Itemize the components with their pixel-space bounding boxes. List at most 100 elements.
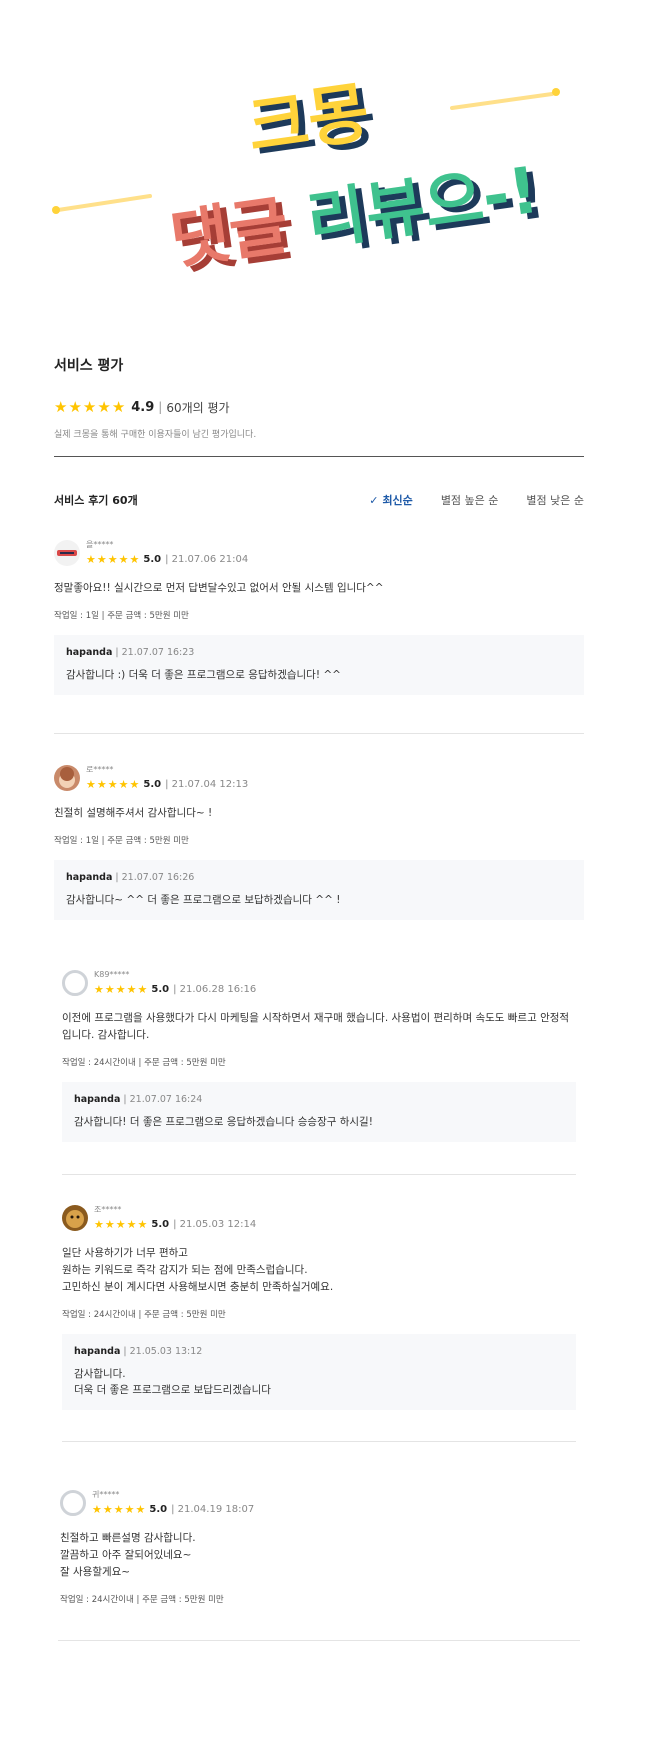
review-date: | 21.05.03 12:14	[173, 1218, 257, 1230]
reviews-header: 서비스 후기 60개 ✓ 최신순 별점 높은 순 별점 낮은 순	[54, 490, 584, 510]
service-rating-title: 서비스 평가	[54, 358, 124, 374]
reply-date: | 21.07.07 16:24	[123, 1094, 203, 1105]
star-icon: ★	[102, 1502, 113, 1516]
review-date-value: 21.07.04 12:13	[171, 778, 249, 790]
star-icon: ★	[129, 552, 140, 566]
review-user: K89*****	[94, 970, 130, 979]
review-text-line: 고민하신 분이 계시다면 사용해보시면 충분히 만족하실거예요.	[62, 1281, 334, 1293]
reply-text-line: 더욱 더 좋은 프로그램으로 보답드리겠습니다	[74, 1384, 271, 1396]
sort-rating-low[interactable]: 별점 낮은 순	[526, 492, 584, 508]
review-text-line: 일단 사용하기가 너무 편하고	[62, 1247, 188, 1259]
star-icon: ★	[118, 777, 129, 791]
review-date: | 21.04.19 18:07	[171, 1503, 255, 1515]
sort-options: ✓ 최신순 별점 높은 순 별점 낮은 순	[369, 492, 584, 508]
star-icon: ★	[113, 1502, 124, 1516]
rating-separator: |	[158, 400, 163, 414]
star-icon: ★	[111, 397, 126, 416]
reply-author: hapanda	[66, 647, 113, 658]
review-date-value: 21.04.19 18:07	[177, 1503, 255, 1515]
rating-divider	[54, 456, 584, 457]
star-icon: ★	[82, 397, 97, 416]
avatar-logo-icon	[57, 550, 77, 556]
review-divider	[54, 733, 584, 734]
review-divider	[62, 1441, 576, 1442]
review-text-line: 잘 사용할게요~	[60, 1566, 131, 1578]
review-item: 로***** ★ ★ ★ ★ ★ 5.0 | 21.07.04 12:13 친절히 설명…	[54, 765, 584, 920]
star-icon: ★	[94, 1217, 104, 1231]
banner-line2b: 리뷰으-!	[303, 154, 543, 260]
star-icon: ★	[104, 982, 115, 996]
reply-author: hapanda	[74, 1094, 121, 1105]
review-score: 5.0	[143, 553, 162, 565]
reply-author: hapanda	[66, 872, 113, 883]
review-stars: ★ ★ ★ ★ ★	[94, 984, 147, 995]
rating-stars: ★ ★ ★ ★ ★	[54, 397, 126, 416]
review-item: 을***** ★ ★ ★ ★ ★ 5.0 | 21.07.06 21:04 정말좋아요!…	[54, 540, 584, 695]
review-text: 이전에 프로그램을 사용했다가 다시 마케팅을 시작하면서 재구매 했습니다. …	[62, 1012, 570, 1041]
service-rating-section: 서비스 평가 ★ ★ ★ ★ ★ 4.9 | 60개의 평가 실제 크몽을 통해 구매한…	[54, 355, 584, 457]
star-icon: ★	[126, 1217, 137, 1231]
star-icon: ★	[96, 552, 107, 566]
star-icon: ★	[104, 1217, 115, 1231]
review-score: 5.0	[143, 778, 162, 790]
star-icon: ★	[129, 777, 140, 791]
star-icon: ★	[118, 552, 129, 566]
review-item: 귀***** ★ ★ ★ ★ ★ 5.0 | 21.04.19 18:07 친절하고 빠…	[60, 1490, 580, 1605]
banner-artwork: 크몽 크몽 댓글 댓글 리뷰으-! 리뷰으-!	[52, 74, 560, 284]
avatar	[54, 540, 80, 566]
avatar-default-icon	[60, 1490, 86, 1516]
review-item: K89***** ★ ★ ★ ★ ★ 5.0 | 21.06.28 16:16 이전에 …	[62, 970, 576, 1142]
star-icon: ★	[107, 552, 118, 566]
review-text: 친절히 설명해주셔서 감사합니다~ !	[54, 807, 213, 819]
review-score: 5.0	[151, 983, 170, 995]
review-score: 5.0	[149, 1503, 168, 1515]
reply-date: | 21.07.07 16:23	[115, 647, 195, 658]
review-divider	[58, 1640, 580, 1641]
review-item: 조***** ★ ★ ★ ★ ★ 5.0 | 21.05.03 12:14 일단 사용하…	[62, 1205, 576, 1410]
review-stars: ★ ★ ★ ★ ★	[94, 1219, 147, 1230]
review-date-value: 21.05.03 12:14	[179, 1218, 257, 1230]
avatar-dog-icon	[66, 1210, 84, 1228]
review-date: | 21.07.06 21:04	[165, 553, 249, 565]
star-icon: ★	[54, 397, 68, 416]
rating-description: 실제 크몽을 통해 구매한 이용자들이 남긴 평가입니다.	[54, 430, 257, 440]
review-text: 정말좋아요!! 실시간으로 먼저 답변달수있고 없어서 안될 시스템 입니다^^	[54, 582, 384, 594]
star-icon: ★	[96, 777, 107, 791]
reply-author: hapanda	[74, 1346, 121, 1357]
review-info: 작업일 : 24시간이내 | 주문 금액 : 5만원 미만	[60, 1595, 224, 1605]
star-icon: ★	[92, 1502, 102, 1516]
reply-date: | 21.07.07 16:26	[115, 872, 195, 883]
review-user: 로*****	[86, 765, 114, 774]
seller-reply: hapanda | 21.07.07 16:24 감사합니다! 더 좋은 프로그…	[62, 1082, 576, 1142]
review-user: 을*****	[86, 540, 114, 549]
sort-rating-high[interactable]: 별점 높은 순	[441, 492, 499, 508]
review-date: | 21.06.28 16:16	[173, 983, 257, 995]
star-icon: ★	[135, 1502, 146, 1516]
sort-latest-label: 최신순	[382, 494, 413, 507]
review-text-line: 친절하고 빠른설명 감사합니다.	[60, 1532, 196, 1544]
star-icon: ★	[107, 777, 118, 791]
reply-date-value: 21.07.07 16:23	[121, 647, 195, 658]
sort-latest[interactable]: ✓ 최신순	[369, 492, 413, 508]
reply-text: 감사합니다 :) 더욱 더 좋은 프로그램으로 응답하겠습니다! ^^	[66, 669, 341, 681]
star-icon: ★	[115, 1217, 126, 1231]
reply-date-value: 21.07.07 16:26	[121, 872, 195, 883]
review-user: 조*****	[94, 1205, 122, 1214]
avatar-default-icon	[62, 970, 88, 996]
review-stars: ★ ★ ★ ★ ★	[86, 554, 139, 565]
review-text-line: 원하는 키워드로 즉각 감지가 되는 점에 만족스럽습니다.	[62, 1264, 308, 1276]
reply-text: 감사합니다~ ^^ 더 좋은 프로그램으로 보답하겠습니다 ^^ !	[66, 894, 341, 906]
rating-count: 60개의 평가	[166, 400, 230, 415]
reviews-title: 서비스 후기 60개	[54, 494, 138, 507]
review-user: 귀*****	[92, 1490, 120, 1499]
reply-text-line: 감사합니다.	[74, 1368, 126, 1380]
review-stars: ★ ★ ★ ★ ★	[86, 779, 139, 790]
seller-reply: hapanda | 21.05.03 13:12 감사합니다. 더욱 더 좋은 …	[62, 1334, 576, 1410]
star-icon: ★	[137, 1217, 148, 1231]
reply-date-value: 21.07.07 16:24	[129, 1094, 203, 1105]
star-icon: ★	[97, 397, 111, 416]
reply-text: 감사합니다! 더 좋은 프로그램으로 응답하겠습니다 승승장구 하시길!	[74, 1116, 373, 1128]
star-icon: ★	[94, 982, 104, 996]
review-divider	[62, 1174, 576, 1175]
star-icon: ★	[86, 552, 96, 566]
